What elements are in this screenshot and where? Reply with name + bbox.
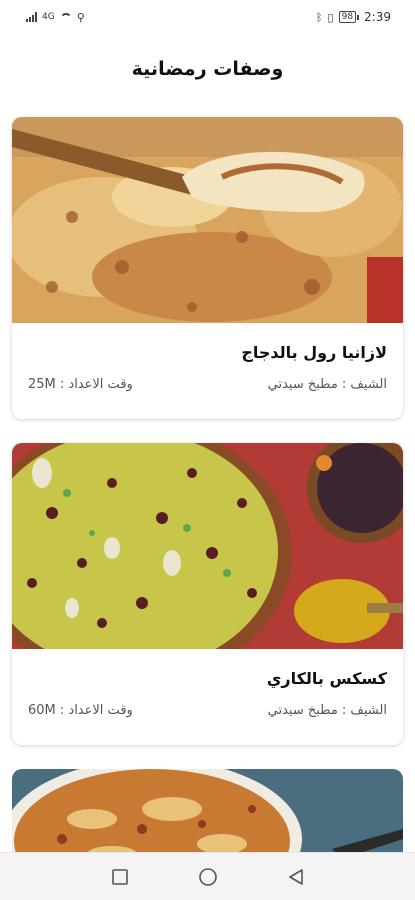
- signal-icon: [26, 12, 37, 22]
- status-left: 4G ⚲: [26, 11, 85, 24]
- recipe-title: كسكس بالكاري: [266, 669, 387, 688]
- battery-icon: 98: [338, 11, 360, 23]
- recipe-feed[interactable]: لازانيا رول بالدجاج الشيف : مطبخ سيدتي و…: [12, 117, 403, 769]
- recipe-card[interactable]: لازانيا رول بالدجاج الشيف : مطبخ سيدتي و…: [12, 117, 403, 419]
- back-triangle-icon[interactable]: [285, 866, 307, 888]
- usb-icon: ⚲: [76, 10, 85, 24]
- battery-level: 98: [338, 11, 357, 23]
- recipe-title: لازانيا رول بالدجاج: [241, 343, 387, 362]
- bluetooth-icon: ᛒ: [315, 10, 323, 24]
- recipe-chef: الشيف : مطبخ سيدتي: [267, 377, 387, 392]
- status-bar: 4G ⚲ ᛒ ▯ 98 2:39: [0, 0, 415, 34]
- recipe-prep-time: وقت الاعداد : 60M: [28, 703, 133, 718]
- recipe-card[interactable]: كسكس بالكاري الشيف : مطبخ سيدتي وقت الاع…: [12, 443, 403, 745]
- status-right: ᛒ ▯ 98 2:39: [316, 10, 391, 24]
- couscous-curry-photo: [12, 443, 403, 649]
- clock: 2:39: [364, 10, 391, 24]
- page-title: وصفات رمضانية: [131, 58, 284, 80]
- recipe-chef: الشيف : مطبخ سيدتي: [267, 703, 387, 718]
- wifi-icon: [59, 12, 72, 22]
- lasagna-photo: [12, 117, 403, 323]
- vibrate-icon: ▯: [327, 10, 334, 24]
- home-circle-icon[interactable]: [197, 866, 219, 888]
- network-type-label: 4G: [42, 12, 55, 22]
- recents-square-icon[interactable]: [109, 866, 131, 888]
- recipe-prep-time: وقت الاعداد : 25M: [28, 377, 133, 392]
- system-nav-bar: [0, 852, 415, 900]
